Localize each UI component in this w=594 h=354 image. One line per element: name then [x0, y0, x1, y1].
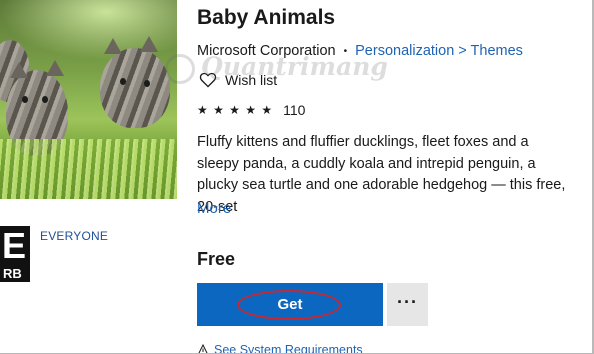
wishlist-label: Wish list — [225, 72, 278, 88]
publisher-name: Microsoft Corporation — [197, 43, 336, 59]
annotation-oval — [237, 290, 341, 320]
image-grass — [0, 139, 177, 199]
age-rating-label[interactable]: EVERYONE — [40, 229, 108, 243]
esrb-mark: RB — [3, 266, 22, 281]
kitten-ear — [140, 36, 158, 52]
more-link[interactable]: More — [197, 200, 231, 217]
get-button[interactable]: Get — [197, 283, 383, 326]
more-options-button[interactable]: ··· — [387, 283, 428, 326]
kitten-right — [100, 48, 170, 128]
kitten-eye — [22, 96, 28, 103]
wishlist-button[interactable]: Wish list — [199, 72, 277, 88]
price-label: Free — [197, 249, 236, 269]
kitten-ear — [46, 60, 64, 76]
heart-icon — [199, 72, 217, 88]
kitten-ear — [104, 38, 122, 54]
star-rating-icon: ★ ★ ★ ★ ★ — [197, 103, 274, 117]
rating-row[interactable]: ★ ★ ★ ★ ★ 110 — [197, 102, 305, 118]
kitten-eye — [42, 96, 48, 103]
publisher-row: Microsoft Corporation • Personalization … — [197, 43, 523, 59]
kitten-eye — [144, 80, 150, 87]
kitten-ear — [10, 62, 28, 78]
category-link[interactable]: Personalization > Themes — [355, 43, 523, 59]
app-description: Fluffy kittens and fluffier ducklings, f… — [197, 134, 566, 215]
app-title: Baby Animals — [197, 6, 336, 29]
esrb-letter: E — [2, 225, 27, 266]
rating-count: 110 — [283, 102, 306, 118]
app-hero-image — [0, 0, 177, 199]
kitten-eye — [120, 78, 126, 85]
separator-dot: • — [343, 45, 348, 57]
esrb-rating-icon: E RB — [0, 226, 30, 282]
